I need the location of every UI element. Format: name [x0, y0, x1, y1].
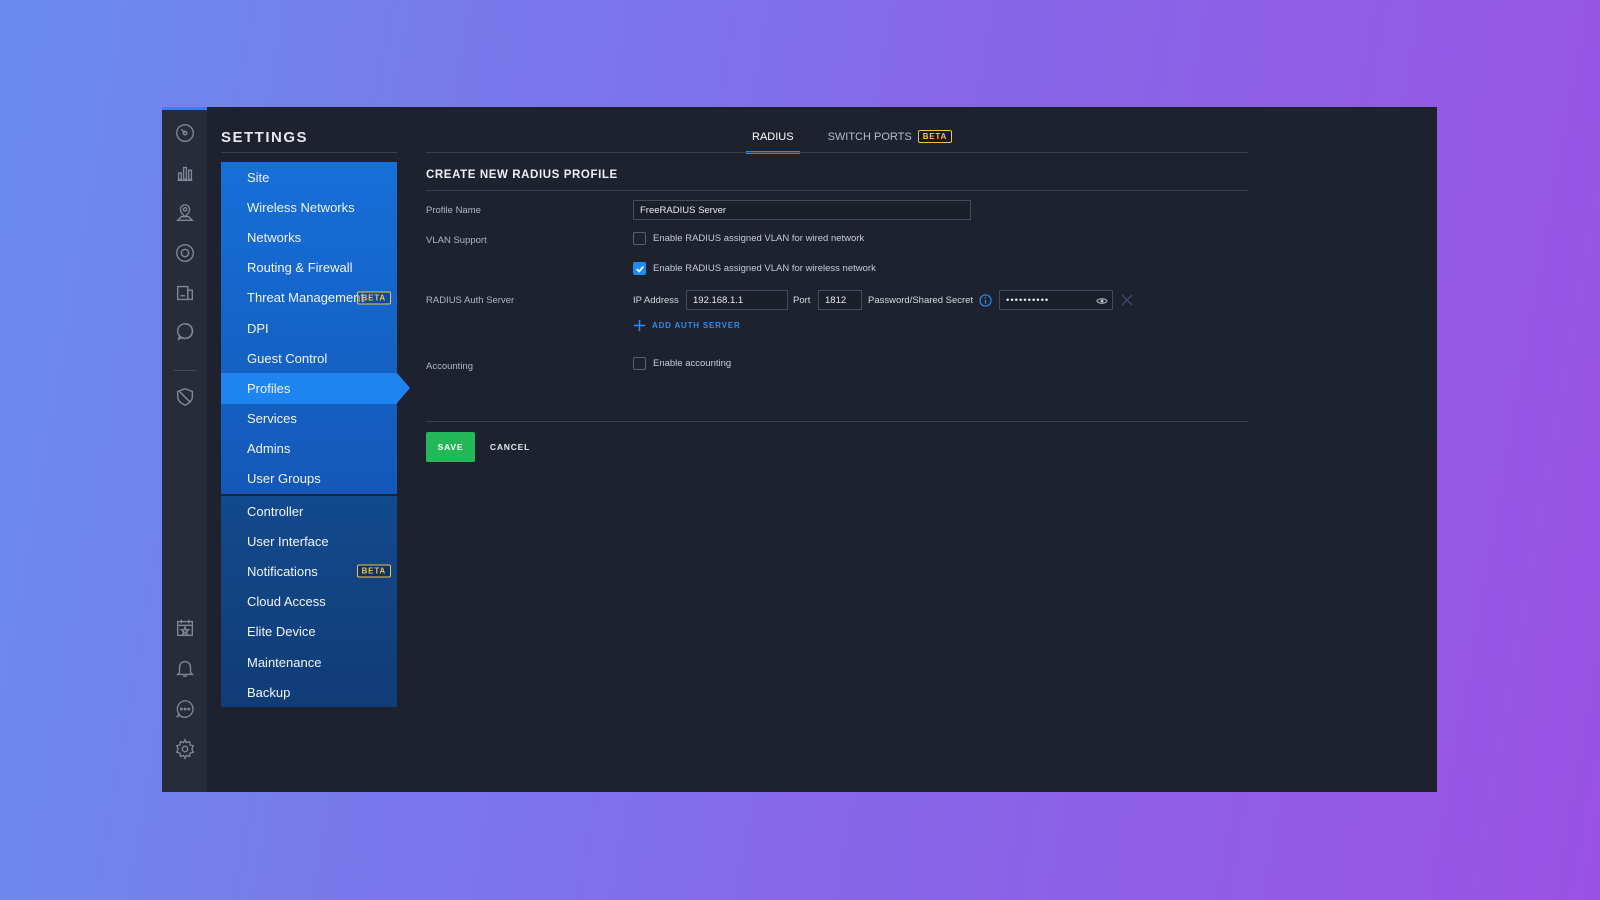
menu-item-label: Routing & Firewall	[247, 260, 353, 276]
vlan-wired-label: Enable RADIUS assigned VLAN for wired ne…	[653, 233, 865, 244]
menu-item-elite-device[interactable]: Elite Device	[221, 617, 397, 647]
menu-item-label: Cloud Access	[247, 594, 326, 610]
rail-divider	[174, 370, 196, 371]
shield-icon[interactable]	[173, 385, 197, 409]
gear-icon[interactable]	[173, 737, 197, 761]
tab-label: SWITCH PORTS	[827, 130, 912, 143]
alerts-icon[interactable]	[173, 656, 197, 680]
shared-secret-label: Password/Shared Secret	[868, 295, 974, 306]
menu-item-user-interface[interactable]: User Interface	[221, 526, 397, 556]
ip-address-input[interactable]: 192.168.1.1	[686, 290, 788, 310]
cancel-button[interactable]: CANCEL	[484, 432, 536, 462]
actions-divider	[426, 421, 1248, 422]
ip-address-label: IP Address	[633, 295, 679, 306]
events-icon[interactable]	[173, 616, 197, 640]
enable-accounting-option[interactable]: Enable accounting	[633, 357, 731, 370]
beta-badge: BETA	[917, 130, 953, 143]
menu-item-backup[interactable]: Backup	[221, 677, 397, 707]
menu-item-networks[interactable]: Networks	[221, 222, 397, 252]
menu-item-threat-management[interactable]: Threat Management BETA	[221, 283, 397, 313]
menu-item-label: Wireless Networks	[247, 199, 355, 215]
menu-item-site[interactable]: Site	[221, 162, 397, 192]
save-button[interactable]: SAVE	[426, 432, 475, 462]
menu-item-maintenance[interactable]: Maintenance	[221, 647, 397, 677]
form-title-divider	[426, 190, 1248, 191]
menu-item-dpi[interactable]: DPI	[221, 313, 397, 343]
statistics-icon[interactable]	[173, 161, 197, 185]
vlan-support-label: VLAN Support	[426, 235, 487, 246]
vlan-wired-checkbox[interactable]	[633, 232, 646, 245]
info-icon[interactable]	[979, 294, 992, 307]
menu-item-label: Threat Management	[247, 290, 365, 306]
menu-item-label: Networks	[247, 229, 302, 245]
eye-icon[interactable]	[1096, 295, 1108, 307]
tab-label: RADIUS	[752, 130, 794, 143]
vlan-wireless-checkbox[interactable]	[633, 262, 646, 275]
enable-accounting-checkbox[interactable]	[633, 357, 646, 370]
menu-item-label: Backup	[247, 684, 291, 700]
profile-name-input[interactable]: FreeRADIUS Server	[633, 200, 971, 220]
profile-tabs: RADIUS SWITCH PORTS BETA	[746, 127, 959, 154]
remove-server-icon[interactable]	[1120, 293, 1134, 307]
menu-item-label: Site	[247, 169, 270, 185]
accounting-label: Accounting	[426, 361, 474, 372]
add-auth-server-button[interactable]: ADD AUTH SERVER	[633, 319, 740, 332]
chat-icon[interactable]	[173, 697, 197, 721]
menu-item-label: Guest Control	[247, 350, 328, 366]
checkmark-icon	[635, 265, 644, 273]
app-window: SETTINGS Site Wireless Networks Networks…	[162, 107, 1437, 792]
menu-item-user-groups[interactable]: User Groups	[221, 464, 397, 494]
menu-item-label: Services	[247, 411, 297, 427]
tab-radius[interactable]: RADIUS	[746, 127, 800, 154]
title-divider	[221, 152, 397, 153]
shared-secret-input[interactable]: ••••••••••	[999, 290, 1113, 310]
icon-rail	[162, 107, 207, 792]
menu-item-admins[interactable]: Admins	[221, 434, 397, 464]
insights-icon[interactable]	[173, 320, 197, 344]
add-auth-server-label: ADD AUTH SERVER	[652, 321, 741, 330]
menu-item-label: DPI	[247, 320, 269, 336]
menu-item-routing-firewall[interactable]: Routing & Firewall	[221, 253, 397, 283]
devices-icon[interactable]	[173, 241, 197, 265]
plus-icon	[633, 319, 646, 332]
port-input[interactable]: 1812	[818, 290, 862, 310]
map-icon[interactable]	[173, 201, 197, 225]
beta-badge: BETA	[356, 564, 391, 578]
menu-item-label: User Interface	[247, 533, 329, 549]
menu-item-label: Maintenance	[247, 654, 322, 670]
settings-menu-site: Site Wireless Networks Networks Routing …	[221, 162, 410, 495]
settings-title: SETTINGS	[221, 129, 309, 146]
menu-item-label: Profiles	[247, 380, 291, 396]
menu-item-label: User Groups	[247, 471, 321, 487]
port-label: Port	[793, 295, 811, 306]
rail-active-indicator	[162, 107, 207, 110]
menu-item-label: Elite Device	[247, 624, 316, 640]
menu-item-label: Notifications	[247, 563, 318, 579]
beta-badge: BETA	[356, 291, 391, 305]
menu-item-wireless-networks[interactable]: Wireless Networks	[221, 192, 397, 222]
menu-item-profiles[interactable]: Profiles	[221, 373, 410, 404]
tabs-divider	[426, 152, 1248, 153]
tab-switch-ports[interactable]: SWITCH PORTS BETA	[822, 127, 959, 151]
shared-secret-value: ••••••••••	[1006, 294, 1050, 306]
form-title: CREATE NEW RADIUS PROFILE	[426, 169, 618, 181]
dashboard-icon[interactable]	[173, 121, 197, 145]
auth-server-label: RADIUS Auth Server	[426, 295, 515, 306]
vlan-wireless-label: Enable RADIUS assigned VLAN for wireless…	[653, 263, 876, 274]
vlan-wireless-option[interactable]: Enable RADIUS assigned VLAN for wireless…	[633, 262, 876, 275]
profile-name-label: Profile Name	[426, 205, 481, 216]
enable-accounting-label: Enable accounting	[653, 358, 732, 369]
menu-item-controller[interactable]: Controller	[221, 496, 397, 526]
clients-icon[interactable]	[173, 281, 197, 305]
menu-item-services[interactable]: Services	[221, 404, 397, 434]
menu-item-label: Controller	[247, 503, 304, 519]
menu-item-notifications[interactable]: Notifications BETA	[221, 556, 397, 586]
menu-item-label: Admins	[247, 441, 291, 457]
menu-item-guest-control[interactable]: Guest Control	[221, 343, 397, 373]
menu-item-cloud-access[interactable]: Cloud Access	[221, 587, 397, 617]
settings-menu-controller: Controller User Interface Notifications B…	[221, 496, 397, 708]
vlan-wired-option[interactable]: Enable RADIUS assigned VLAN for wired ne…	[633, 232, 864, 245]
